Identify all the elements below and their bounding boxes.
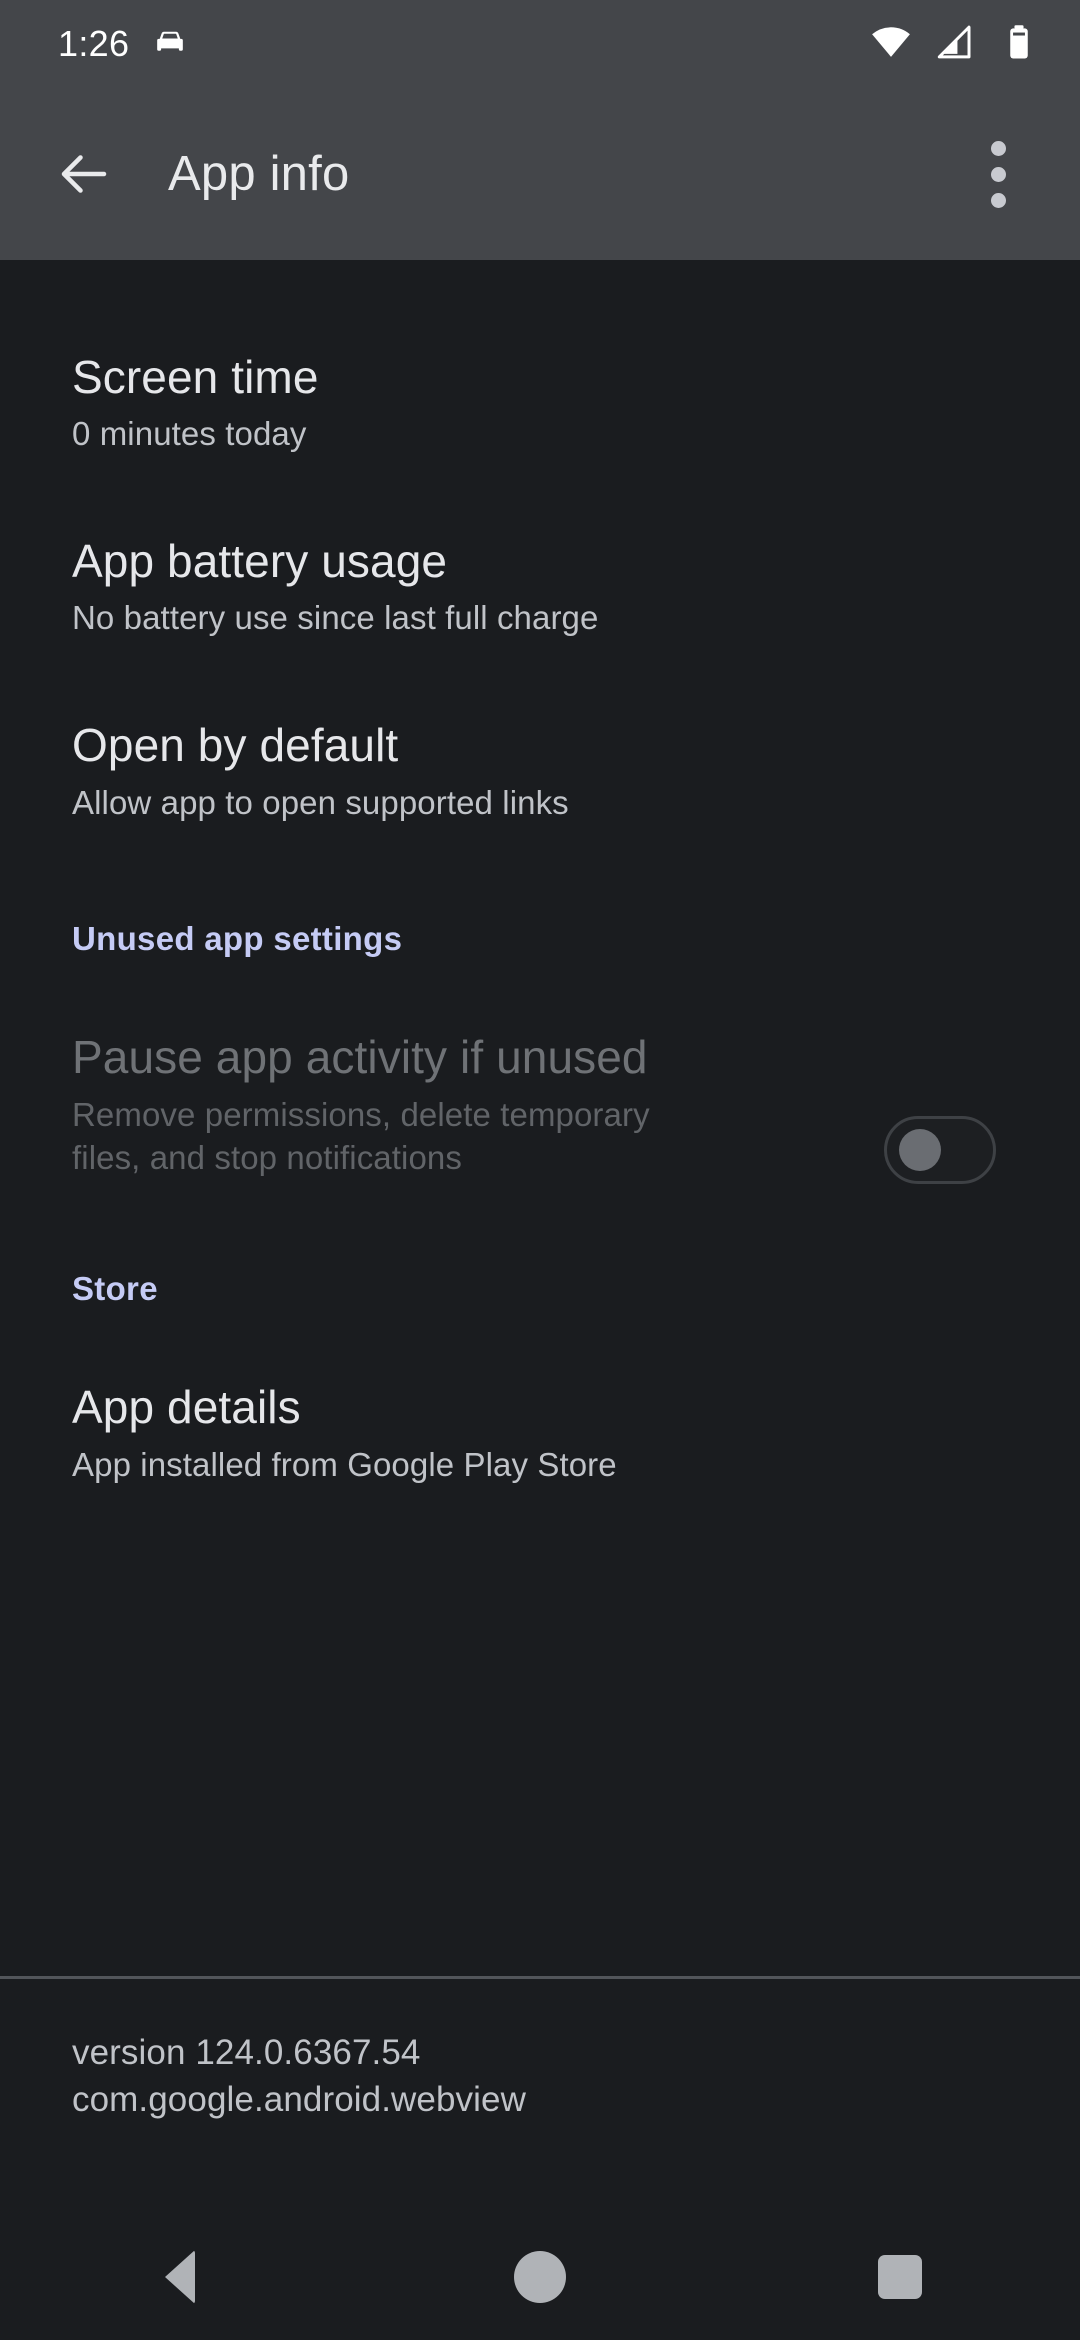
pause-app-activity-toggle[interactable]: [884, 1116, 996, 1185]
section-header-store: Store: [72, 1270, 158, 1308]
status-clock: 1:26: [58, 23, 130, 64]
preference-title: App details: [72, 1381, 301, 1434]
overflow-dot: [990, 140, 1006, 156]
app-version-text: version 124.0.6367.54: [72, 2033, 421, 2072]
overflow-menu-button[interactable]: [950, 119, 1046, 229]
preference-text-block: Pause app activity if unused Remove perm…: [72, 1030, 712, 1179]
app-version-footer: version 124.0.6367.54 com.google.android…: [0, 2030, 1080, 2124]
preference-app-details[interactable]: App details App installed from Google Pl…: [0, 1308, 1080, 1486]
car-icon: [151, 23, 189, 66]
triangle-back-icon: [165, 2250, 195, 2304]
battery-icon: [998, 21, 1040, 68]
preference-title: Pause app activity if unused: [72, 1031, 648, 1084]
toggle-thumb: [899, 1129, 941, 1172]
preference-app-battery-usage[interactable]: App battery usage No battery use since l…: [0, 456, 1080, 640]
preference-subtitle: 0 minutes today: [72, 415, 307, 453]
preference-title: Screen time: [72, 351, 319, 403]
overflow-dot: [990, 166, 1006, 182]
nav-recents-button[interactable]: [815, 2214, 985, 2340]
app-bar: App info: [0, 88, 1080, 260]
app-package-text: com.google.android.webview: [72, 2079, 526, 2119]
section-header-unused-app-settings: Unused app settings: [72, 920, 403, 958]
preference-subtitle: Remove permissions, delete temporary fil…: [72, 1095, 650, 1176]
square-recents-icon: [878, 2255, 922, 2299]
preference-screen-time[interactable]: Screen time 0 minutes today: [0, 260, 1080, 456]
wifi-icon: [870, 21, 912, 68]
preference-open-by-default[interactable]: Open by default Allow app to open suppor…: [0, 640, 1080, 824]
nav-back-button[interactable]: [95, 2214, 265, 2340]
navigation-bar: [0, 2214, 1080, 2340]
status-bar-right: [870, 21, 1040, 68]
status-bar: 1:26: [0, 0, 1080, 88]
settings-list: Screen time 0 minutes today App battery …: [0, 260, 1080, 1487]
preference-subtitle: Allow app to open supported links: [72, 783, 569, 821]
overflow-dot: [990, 192, 1006, 208]
preference-pause-app-activity: Pause app activity if unused Remove perm…: [0, 958, 1080, 1185]
nav-home-button[interactable]: [455, 2214, 625, 2340]
preference-subtitle: No battery use since last full charge: [72, 599, 599, 637]
preference-title: Open by default: [72, 719, 399, 772]
arrow-left-icon: [61, 155, 107, 193]
back-button[interactable]: [28, 118, 140, 230]
preference-title: App battery usage: [72, 535, 448, 588]
page-title: App info: [168, 147, 350, 201]
footer-divider: [0, 1976, 1080, 1979]
cellular-signal-icon: [934, 21, 976, 68]
app-info-screen: 1:26 App info Screen time 0 minutes toda…: [0, 0, 1080, 2340]
preference-subtitle: App installed from Google Play Store: [72, 1445, 617, 1483]
status-bar-left: 1:26: [58, 23, 189, 66]
circle-home-icon: [514, 2251, 566, 2303]
